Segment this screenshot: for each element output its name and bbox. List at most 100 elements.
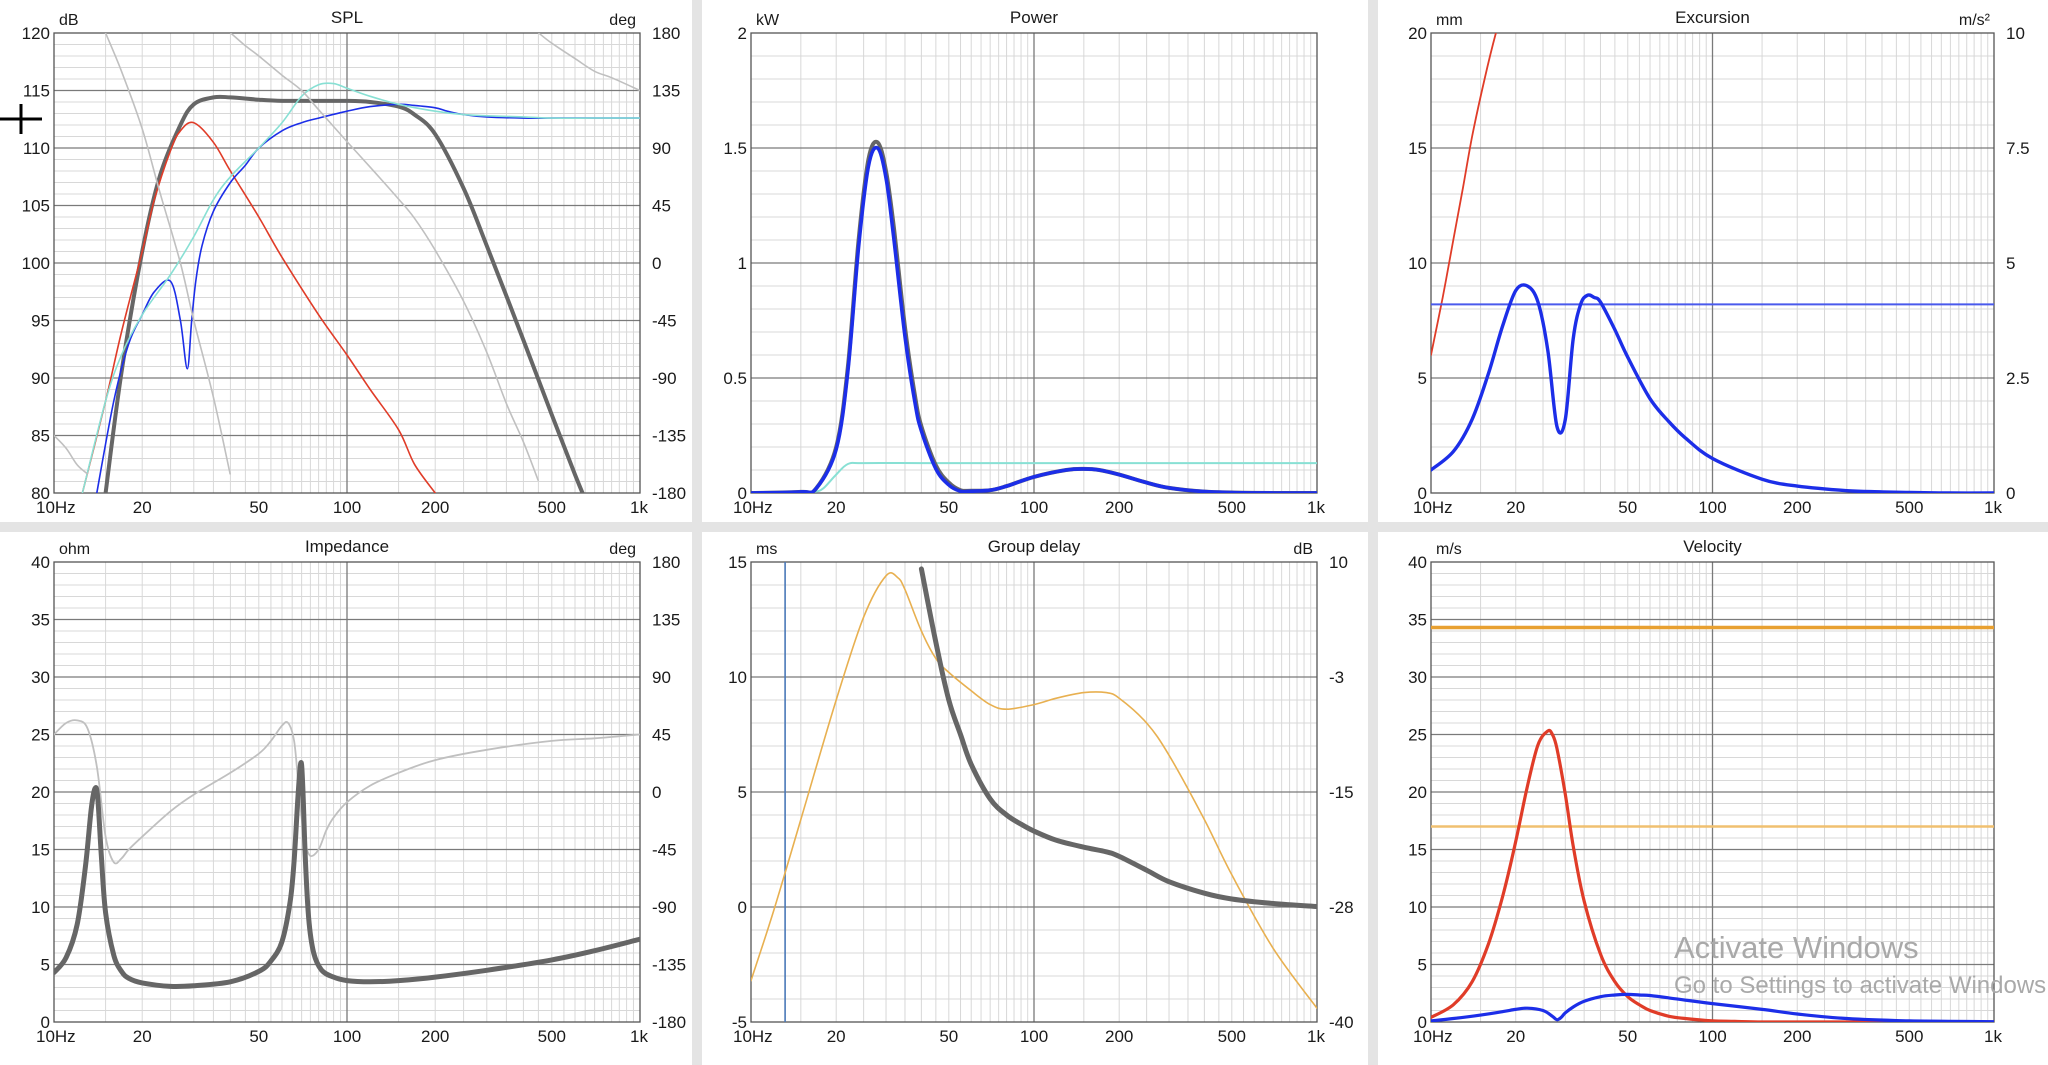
x-tick-label: 500 (538, 1027, 566, 1046)
y-tick-label: 5 (1418, 369, 1427, 388)
x-tick-label: 100 (333, 498, 361, 517)
x-tick-label: 10Hz (1413, 498, 1453, 517)
y2-tick-label: -45 (652, 312, 677, 331)
y-tick-label: 35 (1408, 611, 1427, 630)
y-tick-label: 10 (1408, 254, 1427, 273)
x-tick-label: 200 (421, 498, 449, 517)
x-tick-label: 100 (1020, 1027, 1048, 1046)
activate-windows-title: Activate Windows (1674, 930, 1919, 965)
y2-tick-label: -90 (652, 898, 677, 917)
y2-tick-label: -180 (652, 484, 686, 503)
y-tick-label: 15 (1408, 841, 1427, 860)
activate-windows-subtitle: Go to Settings to activate Windows. (1674, 972, 2048, 999)
y-tick-label: 30 (1408, 668, 1427, 687)
chart-title: Group delay (988, 537, 1081, 556)
col-separator-1 (692, 0, 702, 1065)
grid (1431, 33, 1994, 493)
y-tick-label: 20 (1408, 783, 1427, 802)
chart-title: Excursion (1675, 8, 1750, 27)
col-separator-2 (1368, 0, 1378, 1065)
y-tick-label: 25 (1408, 726, 1427, 745)
y2-tick-label: -180 (652, 1013, 686, 1032)
y-tick-label: 10 (1408, 898, 1427, 917)
y2-tick-label: -40 (1329, 1013, 1354, 1032)
y-tick-label: 15 (1408, 139, 1427, 158)
y-tick-label: 20 (1408, 24, 1427, 43)
x-tick-label: 10Hz (733, 498, 773, 517)
x-tick-label: 200 (1783, 498, 1811, 517)
panel-spl: 1201151101051009590858018013590450-45-90… (22, 8, 686, 517)
x-tick-label: 10Hz (36, 1027, 76, 1046)
x-tick-label: 500 (1895, 498, 1923, 517)
panel-impedance: 40 35 30 25 20 15 10 50 180 135 90 45 0 -45 -90 -135 -18… (31, 537, 686, 1046)
y-tick-label: 85 (31, 427, 50, 446)
x-tick-label: 500 (538, 498, 566, 517)
y2-tick-label: 90 (652, 668, 671, 687)
x-tick-label: 20 (133, 1027, 152, 1046)
y-tick-label: 25 (31, 726, 50, 745)
y2-tick-label: 45 (652, 197, 671, 216)
y-tick-label: 35 (31, 611, 50, 630)
y2-tick-label: 135 (652, 82, 680, 101)
y-tick-label: 20 (31, 783, 50, 802)
y2-tick-label: 10 (1329, 553, 1348, 572)
x-tick-label: 200 (1105, 498, 1133, 517)
y2-tick-label: -3 (1329, 668, 1344, 687)
x-tick-label: 20 (827, 498, 846, 517)
y-tick-label: 15 (31, 841, 50, 860)
x-tick-label: 1k (1307, 1027, 1325, 1046)
phase-line (54, 434, 89, 475)
left-unit-label: dB (59, 12, 79, 29)
panel-power: 21.510.5010Hz 20 50 100 200 500 1kPowerkW (723, 8, 1325, 517)
row-separator (0, 522, 2048, 532)
y-tick-label: 5 (41, 956, 50, 975)
red-line (1431, 33, 1497, 356)
left-unit-label: kW (756, 12, 780, 29)
x-tick-label: 100 (1698, 498, 1726, 517)
chart-title: Velocity (1683, 537, 1742, 556)
x-tick-label: 50 (939, 498, 958, 517)
y2-tick-label: 2.5 (2006, 369, 2030, 388)
panel-velocity: 403530252015105010Hz 20 50 100 200 500 1kVeloc… (1408, 537, 2002, 1046)
panel-group-delay: 151050-510-3-15-28-4010Hz 20 50 100 200 500 1k… (728, 537, 1354, 1046)
x-tick-label: 1k (1984, 498, 2002, 517)
y-tick-label: 95 (31, 312, 50, 331)
x-tick-label: 20 (1506, 1027, 1525, 1046)
x-tick-label: 200 (421, 1027, 449, 1046)
x-tick-label: 1k (630, 498, 648, 517)
x-tick-label: 100 (1020, 498, 1048, 517)
y-tick-label: 40 (1408, 553, 1427, 572)
y-tick-label: 40 (31, 553, 50, 572)
y2-tick-label: 0 (2006, 484, 2015, 503)
grid (751, 33, 1317, 493)
y-tick-label: 10 (728, 668, 747, 687)
left-unit-label: ohm (59, 541, 90, 558)
y2-tick-label: 5 (2006, 254, 2015, 273)
y2-tick-label: 0 (652, 254, 661, 273)
y2-tick-label: 180 (652, 553, 680, 572)
y-tick-label: 15 (728, 553, 747, 572)
y-tick-label: 110 (23, 139, 50, 158)
x-tick-label: 1k (630, 1027, 648, 1046)
x-tick-label: 20 (827, 1027, 846, 1046)
right-unit-label: deg (609, 541, 636, 558)
x-tick-label: 10Hz (1413, 1027, 1453, 1046)
grid (751, 562, 1317, 1022)
x-tick-label: 100 (1698, 1027, 1726, 1046)
y2-tick-label: 0 (652, 783, 661, 802)
x-tick-label: 10Hz (733, 1027, 773, 1046)
grid (54, 562, 640, 1022)
x-tick-label: 200 (1783, 1027, 1811, 1046)
y2-tick-label: -135 (652, 427, 686, 446)
y-tick-label: 2 (738, 24, 747, 43)
y-tick-label: 0 (738, 898, 747, 917)
x-tick-label: 200 (1105, 1027, 1133, 1046)
y2-tick-label: 45 (652, 726, 671, 745)
left-unit-label: ms (756, 541, 777, 558)
x-tick-label: 50 (1618, 498, 1637, 517)
panel-excursion: 20151050107.552.5010Hz 20 50 100 200 500 1kExc… (1408, 8, 2030, 517)
x-tick-label: 20 (133, 498, 152, 517)
x-tick-label: 1k (1307, 498, 1325, 517)
x-tick-label: 500 (1218, 498, 1246, 517)
y-tick-label: 115 (23, 82, 50, 101)
